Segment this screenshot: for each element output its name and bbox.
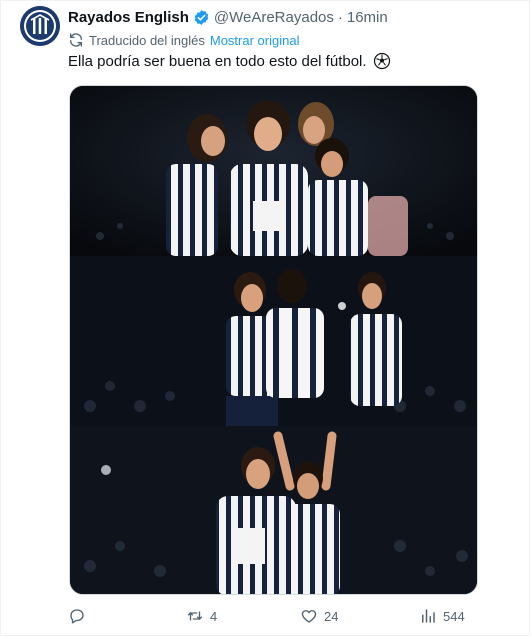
tweet-text: Ella podría ser buena en todo esto del f…: [68, 52, 391, 70]
tweet-text-body: Ella podría ser buena en todo esto del f…: [68, 52, 367, 70]
tweet-card[interactable]: Rayados English @WeAreRayados · 16min Tr…: [0, 0, 530, 636]
translate-icon: [68, 32, 84, 48]
verified-badge-icon: [193, 9, 210, 26]
photo-1[interactable]: [70, 86, 477, 256]
retweet-icon: [187, 611, 203, 621]
display-name[interactable]: Rayados English: [68, 9, 189, 26]
photo-2[interactable]: [70, 256, 477, 426]
retweet-count: 4: [210, 608, 218, 624]
tweet-header: Rayados English @WeAreRayados · 16min: [68, 7, 388, 27]
separator-dot: ·: [337, 8, 343, 26]
rayados-logo-icon: [20, 6, 60, 46]
translated-label: Traducido del inglés: [89, 32, 205, 48]
heart-icon: [301, 610, 317, 623]
media-grid[interactable]: [69, 85, 478, 595]
retweet-button[interactable]: 4: [186, 605, 217, 627]
show-original-link[interactable]: Mostrar original: [210, 33, 300, 48]
photo-3[interactable]: [70, 426, 477, 594]
views-button[interactable]: 544: [419, 605, 465, 627]
like-button[interactable]: 24: [300, 605, 338, 627]
translation-notice: Traducido del inglés Mostrar original: [68, 31, 299, 49]
soccer-ball-icon: [373, 52, 391, 70]
reply-button[interactable]: [68, 605, 92, 627]
views-chart-icon: [422, 609, 435, 623]
user-handle[interactable]: @WeAreRayados: [214, 9, 334, 26]
timestamp[interactable]: 16min: [347, 9, 388, 26]
tweet-actions: 4 24 544: [68, 605, 468, 627]
like-count: 24: [324, 608, 339, 624]
reply-icon: [70, 609, 84, 624]
views-count: 544: [443, 608, 465, 624]
avatar[interactable]: [20, 6, 60, 46]
